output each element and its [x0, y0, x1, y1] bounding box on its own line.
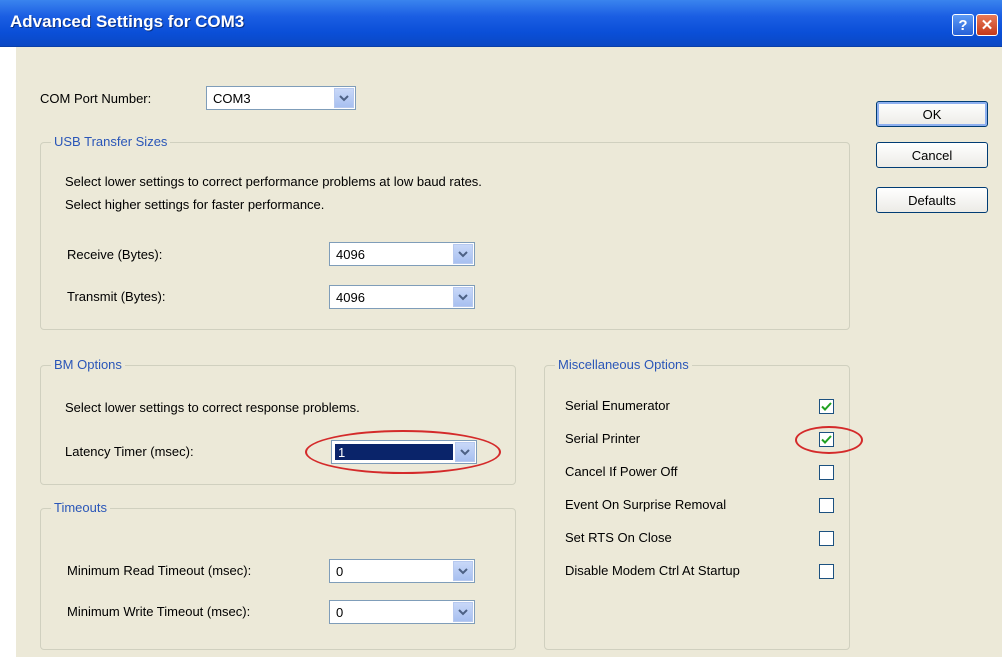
misc-options-title: Miscellaneous Options — [555, 357, 692, 372]
highlight-ellipse — [305, 430, 501, 474]
timeouts-title: Timeouts — [51, 500, 110, 515]
misc-options-group: Miscellaneous Options Serial Enumerator … — [544, 357, 863, 650]
usb-transfer-hint-2: Select higher settings for faster perfor… — [65, 197, 325, 212]
misc-item-label: Event On Surprise Removal — [565, 497, 727, 512]
usb-transfer-title: USB Transfer Sizes — [51, 134, 171, 149]
com-port-label: COM Port Number: — [40, 91, 152, 106]
help-button[interactable]: ? — [952, 14, 974, 36]
cancel-button[interactable]: Cancel — [876, 142, 988, 168]
misc-item-label: Cancel If Power Off — [565, 464, 678, 479]
help-icon: ? — [958, 16, 968, 34]
dialog-body: COM Port Number: COM3 OK Cancel Defaults… — [16, 47, 1002, 657]
receive-label: Receive (Bytes): — [67, 247, 163, 262]
bm-options-hint: Select lower settings to correct respons… — [65, 400, 360, 415]
event-on-surprise-removal-checkbox[interactable] — [819, 498, 834, 513]
chevron-down-icon[interactable] — [453, 561, 473, 581]
transmit-label: Transmit (Bytes): — [67, 289, 166, 304]
write-timeout-value: 0 — [336, 605, 344, 620]
chevron-down-icon[interactable] — [334, 88, 354, 108]
cancel-if-power-off-checkbox[interactable] — [819, 465, 834, 480]
timeouts-group: Timeouts Minimum Read Timeout (msec): 0 … — [40, 500, 516, 650]
read-timeout-value: 0 — [336, 564, 344, 579]
chevron-down-icon[interactable] — [453, 244, 473, 264]
read-timeout-select[interactable]: 0 — [329, 559, 475, 583]
receive-value: 4096 — [336, 247, 365, 262]
chevron-down-icon[interactable] — [453, 602, 473, 622]
latency-timer-label: Latency Timer (msec): — [65, 444, 194, 459]
title-bar: Advanced Settings for COM3 ? ✕ — [0, 0, 1002, 47]
misc-item-label: Set RTS On Close — [565, 530, 672, 545]
misc-item-label: Serial Printer — [565, 431, 641, 446]
write-timeout-select[interactable]: 0 — [329, 600, 475, 624]
bm-options-title: BM Options — [51, 357, 125, 372]
close-icon: ✕ — [980, 17, 994, 34]
misc-item-label: Serial Enumerator — [565, 398, 670, 413]
com-port-select[interactable]: COM3 — [206, 86, 356, 110]
usb-transfer-hint-1: Select lower settings to correct perform… — [65, 174, 482, 189]
read-timeout-label: Minimum Read Timeout (msec): — [67, 563, 252, 578]
bm-options-group: BM Options Select lower settings to corr… — [40, 357, 516, 485]
receive-select[interactable]: 4096 — [329, 242, 475, 266]
defaults-button[interactable]: Defaults — [876, 187, 988, 213]
com-port-value: COM3 — [213, 91, 251, 106]
transmit-value: 4096 — [336, 290, 365, 305]
transmit-select[interactable]: 4096 — [329, 285, 475, 309]
chevron-down-icon[interactable] — [453, 287, 473, 307]
window-title: Advanced Settings for COM3 — [10, 12, 245, 31]
disable-modem-ctrl-checkbox[interactable] — [819, 564, 834, 579]
ok-button[interactable]: OK — [876, 101, 988, 127]
usb-transfer-group: USB Transfer Sizes Select lower settings… — [40, 134, 850, 330]
close-button[interactable]: ✕ — [976, 14, 998, 36]
misc-item-label: Disable Modem Ctrl At Startup — [565, 563, 740, 578]
serial-enumerator-checkbox[interactable] — [819, 399, 834, 414]
write-timeout-label: Minimum Write Timeout (msec): — [67, 604, 251, 619]
set-rts-on-close-checkbox[interactable] — [819, 531, 834, 546]
highlight-ellipse — [795, 426, 863, 454]
